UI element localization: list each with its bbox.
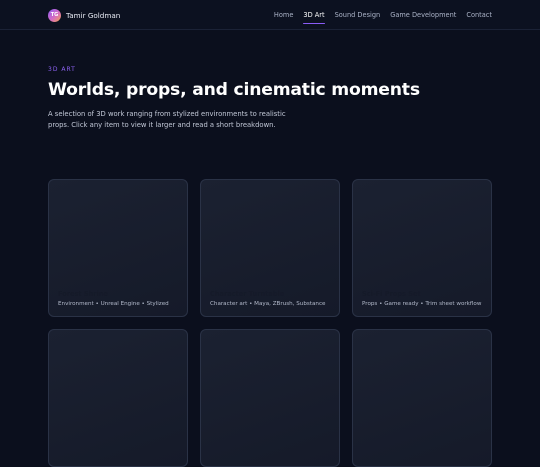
gallery-card[interactable] xyxy=(200,329,340,467)
top-navigation-bar: TG Tamir Goldman Home 3D Art Sound Desig… xyxy=(0,0,540,30)
brand-name: Tamir Goldman xyxy=(66,10,121,20)
section-eyebrow: 3D ART xyxy=(48,66,76,73)
nav-contact[interactable]: Contact xyxy=(466,0,492,30)
nav-game-development[interactable]: Game Development xyxy=(390,0,456,30)
brand-logo-icon: TG xyxy=(48,8,61,22)
gallery-card-character-turntable[interactable]: Character Turntable Character art • Maya… xyxy=(200,179,340,317)
card-thumbnail xyxy=(49,330,187,466)
card-meta: Props • Game ready • Trim sheet workflow xyxy=(362,301,482,307)
card-title: Character Turntable xyxy=(210,290,285,298)
card-thumbnail xyxy=(201,330,339,466)
card-meta: Environment • Unreal Engine • Stylized xyxy=(58,301,169,307)
main-nav: Home 3D Art Sound Design Game Developmen… xyxy=(274,0,492,30)
gallery-card-sci-fi-props-set[interactable]: Sci-Fi Props Set Props • Game ready • Tr… xyxy=(352,179,492,317)
gallery-card[interactable] xyxy=(48,329,188,467)
nav-3d-art[interactable]: 3D Art xyxy=(303,0,325,30)
nav-home[interactable]: Home xyxy=(274,0,293,30)
gallery-card[interactable] xyxy=(352,329,492,467)
card-title: Forest Shrine xyxy=(58,290,108,298)
intro-text: A selection of 3D work ranging from styl… xyxy=(48,110,286,129)
card-meta: Character art • Maya, ZBrush, Substance xyxy=(210,301,326,307)
gallery-card-forest-shrine[interactable]: Forest Shrine Environment • Unreal Engin… xyxy=(48,179,188,317)
brand[interactable]: TG Tamir Goldman xyxy=(48,8,120,22)
page-title: Worlds, props, and cinematic moments xyxy=(48,80,420,100)
nav-sound-design[interactable]: Sound Design xyxy=(335,0,381,30)
card-thumbnail xyxy=(353,330,491,466)
card-title: Sci-Fi Props Set xyxy=(362,290,421,298)
